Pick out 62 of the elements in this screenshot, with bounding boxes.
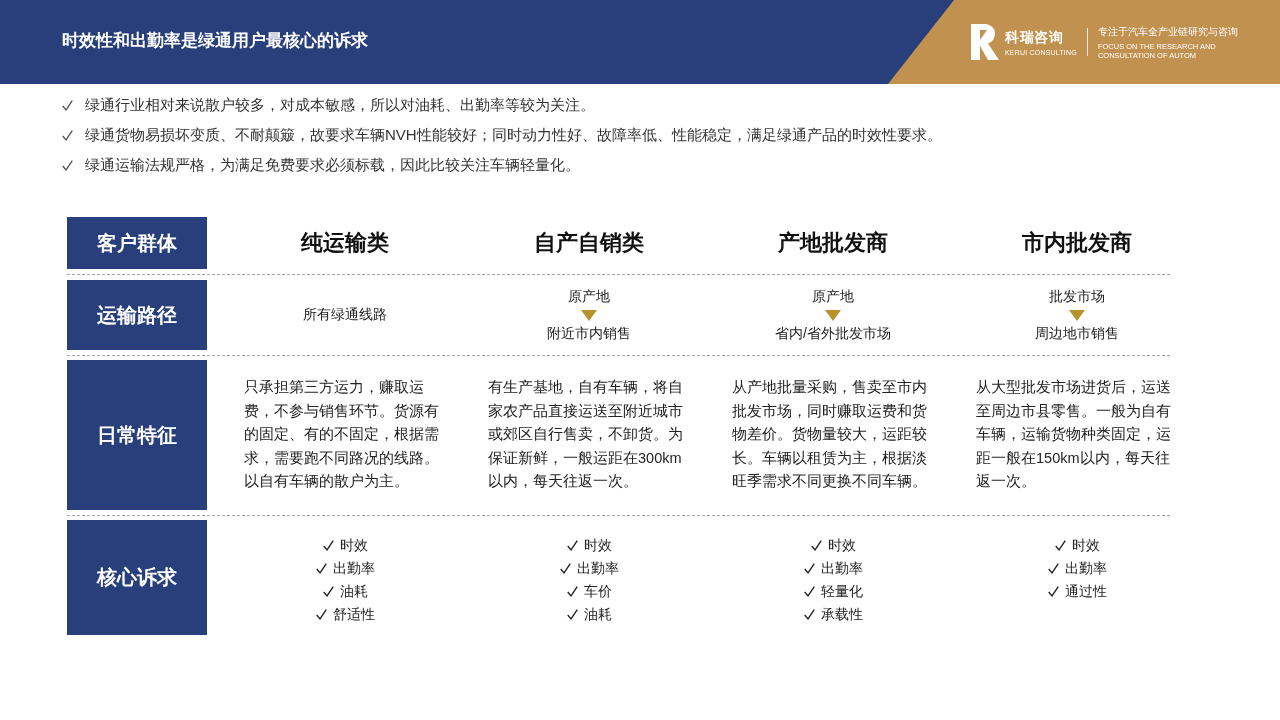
demand-item: 车价 [583,582,612,601]
check-icon [566,609,578,620]
check-icon [566,540,578,551]
check-icon [803,586,815,597]
check-icon [810,540,822,551]
check-icon [566,586,578,597]
check-icon [803,563,815,574]
column-heading: 市内批发商 [1022,229,1132,257]
row-label: 运输路径 [67,280,207,350]
check-icon [62,99,73,111]
demand-item: 时效 [339,536,368,555]
check-icon [315,563,327,574]
check-icon [62,159,73,171]
logo-icon [971,24,999,60]
bullet-text: 绿通运输法规严格，为满足免费要求必须标载，因此比较关注车辆轻量化。 [85,155,580,175]
demand-item: 出勤率 [332,559,375,578]
check-icon [803,609,815,620]
down-triangle-icon [581,309,597,321]
demand-item: 出勤率 [576,559,619,578]
slide-title: 时效性和出勤率是绿通用户最核心的诉求 [61,29,369,52]
demand-item: 时效 [827,536,856,555]
check-icon [322,540,334,551]
row-label: 核心诉求 [67,520,207,635]
check-icon [1047,586,1059,597]
row-label: 日常特征 [67,360,207,510]
demand-item: 出勤率 [1064,559,1107,578]
column-heading: 自产自销类 [534,229,644,257]
down-triangle-icon [1069,309,1085,321]
demand-item: 时效 [1071,536,1100,555]
demand-item: 通过性 [1064,582,1107,601]
demand-item: 轻量化 [820,582,863,601]
check-icon [315,609,327,620]
feature-text: 只承担第三方运力，赚取运费，不参与销售环节。货源有的固定、有的不固定，根据需求，需要跑不同路况的线路。以自有车辆的散户为主。 [244,378,440,492]
demand-item: 油耗 [339,582,368,601]
feature-text: 从大型批发市场进货后，运送至周边市县零售。一般为自有车辆，运输货物种类固定，运距一般在150km以内，每天往返一次。 [976,378,1172,492]
demand-item: 承载性 [820,605,863,624]
check-icon [62,129,73,141]
route-origin: 原产地 [812,287,854,306]
feature-text: 有生产基地，自有车辆，将自家农产品直接运送至附近城市或郊区自行售卖，不卸货。为保证新鲜，一般运距在300km以内，每天往返一次。 [488,378,684,492]
down-triangle-icon [825,309,841,321]
check-icon [322,586,334,597]
route-text: 所有绿通线路 [303,306,387,324]
feature-text: 从产地批量采购，售卖至市内批发市场，同时赚取运费和货物差价。货物量较大，运距较长。车辆以租赁为主，根据淡旺季需求不同更换不同车辆。 [732,378,928,492]
row-label: 客户群体 [67,217,207,269]
column-heading: 产地批发商 [778,229,888,257]
brand-tagline: 专注于汽车全产业链研究与咨询 [1097,24,1238,39]
check-icon [559,563,571,574]
column-heading: 纯运输类 [301,229,389,257]
route-destination: 省内/省外批发市场 [775,324,891,343]
demand-item: 油耗 [583,605,612,624]
route-destination: 附近市内销售 [547,324,631,343]
bullet-text: 绿通货物易损坏变质、不耐颠簸，故要求车辆NVH性能较好；同时动力性好、故障率低、性能稳定，满足绿通产品的时效性要求。 [85,125,942,145]
demand-item: 时效 [583,536,612,555]
route-origin: 原产地 [568,287,610,306]
route-destination: 周边地市销售 [1035,324,1119,343]
bullet-text: 绿通行业相对来说散户较多，对成本敏感，所以对油耗、出勤率等较为关注。 [85,95,595,115]
demand-item: 舒适性 [332,605,375,624]
demand-item: 出勤率 [820,559,863,578]
brand-name: 科瑞咨询 [1005,28,1064,47]
check-icon [1047,563,1059,574]
check-icon [1054,540,1066,551]
route-origin: 批发市场 [1049,287,1105,306]
